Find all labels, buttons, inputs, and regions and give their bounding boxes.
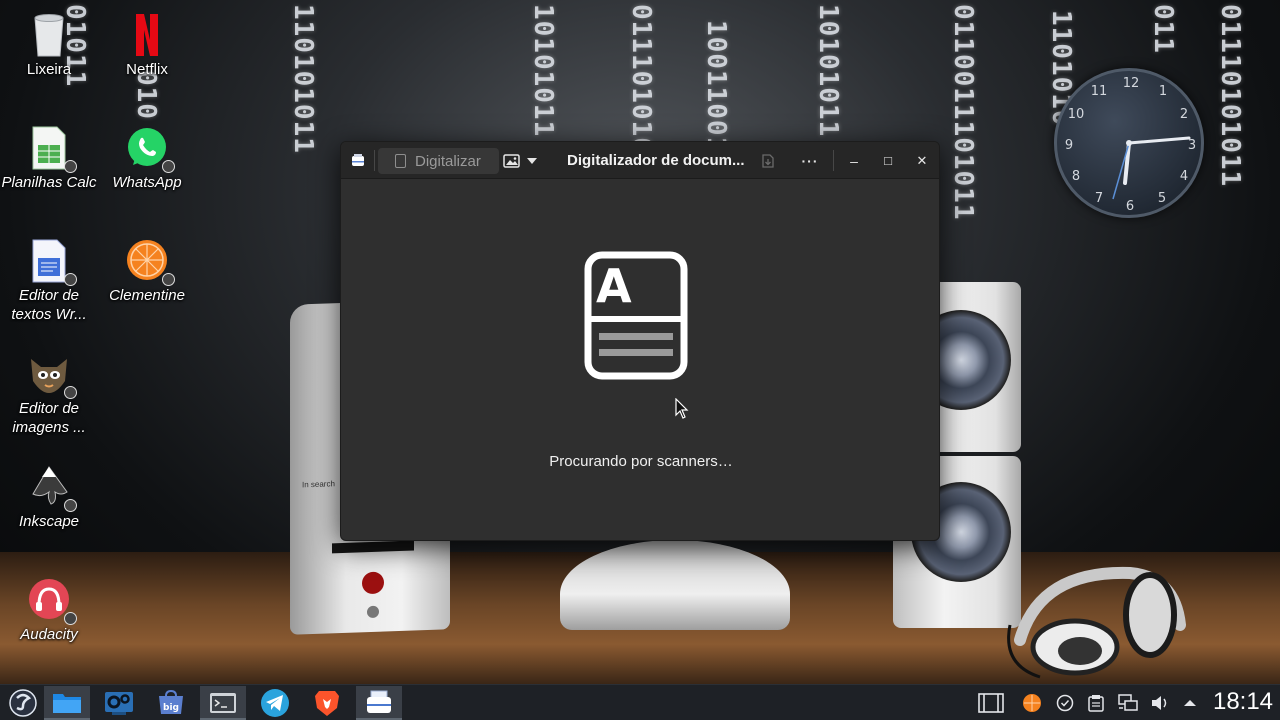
taskbar-document-scanner[interactable]: [356, 686, 402, 720]
desktop-icon-label: Audacity: [20, 626, 78, 643]
start-menu-button[interactable]: [0, 686, 46, 720]
desktop-icon-label: Clementine: [109, 287, 185, 304]
document-icon: [395, 154, 406, 168]
desktop-icon-inkscape[interactable]: Inkscape: [0, 464, 98, 531]
document-scanner-window: Digitalizar Digitalizador de docum... ··…: [340, 141, 940, 541]
tray-clipboard[interactable]: [1085, 692, 1107, 714]
save-button[interactable]: [755, 142, 781, 179]
tray-clementine[interactable]: [1021, 692, 1043, 714]
binary-column: 110101011: [288, 4, 318, 154]
app-icon: [345, 142, 371, 179]
speaker-led: [362, 571, 384, 595]
desktop-icon-label: WhatsApp: [112, 174, 182, 191]
trash-icon: [27, 12, 71, 57]
audacity-icon: [27, 577, 77, 625]
chevron-down-icon: [527, 157, 537, 164]
maximize-button[interactable]: □: [876, 142, 900, 179]
start-menu-icon: [9, 689, 37, 717]
network-icon: [1118, 694, 1138, 711]
taskbar-telegram[interactable]: [252, 686, 298, 720]
speaker-button: [367, 605, 379, 619]
taskbar-brave[interactable]: [304, 686, 350, 720]
binary-column: 10101011: [813, 4, 843, 138]
svg-text:big: big: [163, 703, 179, 713]
binary-column: 01110101011: [1215, 4, 1245, 188]
inkscape-icon: [27, 464, 77, 512]
binary-column: 10011001: [701, 20, 731, 154]
clock-hands: [1112, 136, 1191, 200]
header-separator: [374, 150, 375, 171]
big-store-icon: big: [159, 690, 183, 714]
wallpaper-analog-clock: 12 1 2 3 4 5 6 7 8 9 10 11: [1054, 68, 1204, 218]
scan-type-dropdown[interactable]: [503, 142, 543, 179]
close-button[interactable]: ✕: [910, 142, 934, 179]
tray-network[interactable]: [1117, 692, 1139, 714]
document-letter: A: [596, 259, 632, 313]
binary-column: 0110011101011: [948, 4, 978, 221]
file-manager-icon: [53, 694, 81, 713]
taskbar-terminal[interactable]: [200, 686, 246, 720]
desktop-icon-clementine[interactable]: Clementine: [98, 238, 196, 305]
desktop-icon-label: Planilhas Calc: [1, 174, 97, 191]
clementine-tray-icon: [1023, 694, 1041, 712]
taskbar-file-manager[interactable]: [44, 686, 90, 720]
mouse-cursor-icon: [675, 398, 689, 419]
show-desktop-button[interactable]: [978, 692, 1004, 714]
desktop-icon-label: Inkscape: [18, 513, 80, 530]
netflix-icon: [125, 12, 169, 56]
gimp-icon: [27, 351, 77, 399]
speaker-slot: [332, 540, 414, 554]
tray-updates[interactable]: [1054, 692, 1076, 714]
speaker-label: In search: [302, 479, 335, 490]
clementine-icon: [125, 238, 175, 286]
desktop-icon-label: Netflix: [126, 61, 168, 78]
desktop-icon-editor-de-imagens[interactable]: Editor de imagens ...: [0, 351, 98, 437]
expand-arrow-icon: [1184, 700, 1196, 706]
main-menu-button[interactable]: ···: [798, 142, 822, 179]
writer-icon: [27, 238, 77, 286]
desktop-icon-editor-de-textos[interactable]: Editor de textos Wr...: [0, 238, 98, 324]
desktop-icon-netflix[interactable]: Netflix: [98, 12, 196, 79]
image-icon: [503, 153, 520, 168]
taskbar-system-settings[interactable]: [96, 686, 142, 720]
check-icon: [1056, 694, 1074, 712]
taskbar-big-store[interactable]: big: [148, 686, 194, 720]
telegram-icon: [261, 689, 289, 717]
window-headerbar[interactable]: Digitalizar Digitalizador de docum... ··…: [341, 142, 939, 179]
brave-icon: [315, 691, 339, 716]
volume-icon: [1152, 696, 1167, 710]
taskbar: big 18:14: [0, 684, 1280, 720]
terminal-icon: [210, 693, 236, 713]
show-desktop-icon: [978, 693, 1004, 713]
clipboard-icon: [1088, 695, 1104, 712]
tray-expand-button[interactable]: [1179, 692, 1201, 714]
header-separator: [833, 150, 834, 171]
wallpaper-headphones: [1007, 566, 1186, 679]
window-title: Digitalizador de docum...: [567, 152, 745, 169]
minimize-button[interactable]: –: [842, 142, 866, 179]
spreadsheet-icon: [27, 125, 77, 173]
taskbar-clock[interactable]: 18:14: [1208, 688, 1278, 716]
scan-button-label: Digitalizar: [415, 152, 481, 170]
scanner-empty-state: A Procurando por scanners…: [341, 179, 939, 540]
system-settings-icon: [105, 692, 133, 715]
desktop-icon-whatsapp[interactable]: WhatsApp: [98, 125, 196, 192]
desktop-icon-planilhas-calc[interactable]: Planilhas Calc: [0, 125, 98, 192]
status-text: Procurando por scanners…: [549, 453, 733, 470]
download-icon: [762, 153, 774, 168]
binary-column: 011: [1148, 4, 1178, 54]
scan-button[interactable]: Digitalizar: [378, 148, 499, 174]
document-scanner-icon: [367, 690, 391, 713]
desktop-icon-audacity[interactable]: Audacity: [0, 577, 98, 644]
whatsapp-icon: [125, 125, 175, 173]
binary-column: 10101011: [528, 4, 558, 138]
tray-volume[interactable]: [1149, 692, 1171, 714]
desktop-icon-label: Editor de textos Wr...: [11, 287, 87, 323]
desktop-icon-label: Editor de imagens ...: [12, 400, 86, 436]
desktop-icon-label: Lixeira: [26, 61, 72, 78]
desktop-icon-lixeira[interactable]: Lixeira: [0, 12, 98, 79]
